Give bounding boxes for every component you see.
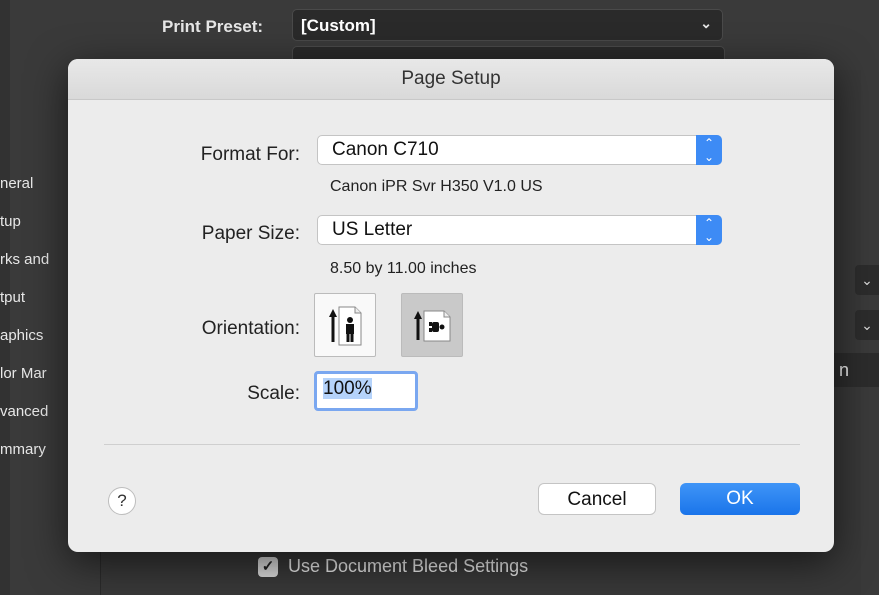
orientation-landscape-button[interactable] <box>401 293 463 357</box>
dialog-title: Page Setup <box>68 59 834 100</box>
landscape-orientation-icon <box>414 310 451 342</box>
print-preset-select[interactable]: [Custom] ⌄ <box>292 9 723 41</box>
sidebar-item-color-management[interactable]: lor Mar <box>0 355 70 393</box>
print-preset-value: [Custom] <box>301 16 376 35</box>
page-setup-dialog: Page Setup Format For: Canon C710 ⌃ ⌄ Can… <box>68 59 834 552</box>
orientation-label: Orientation: <box>201 318 300 339</box>
paper-size-value: US Letter <box>332 219 413 240</box>
scale-value: 100% <box>323 378 372 399</box>
paper-size-popup[interactable]: US Letter ⌃ ⌄ <box>317 215 722 245</box>
sidebar-item-setup[interactable]: tup <box>0 203 70 241</box>
bleed-checkbox-row[interactable]: ✓ Use Document Bleed Settings <box>258 556 528 577</box>
right-select-1[interactable]: ⌄ <box>855 265 879 295</box>
portrait-orientation-icon <box>329 306 362 346</box>
scale-input[interactable]: 100% <box>314 371 418 411</box>
divider <box>104 444 800 445</box>
chevron-down-icon: ⌄ <box>861 272 873 288</box>
cancel-button[interactable]: Cancel <box>538 483 656 515</box>
sidebar-item-output[interactable]: tput <box>0 279 70 317</box>
ok-button[interactable]: OK <box>680 483 800 515</box>
format-for-label: Format For: <box>200 144 300 165</box>
sidebar-item-advanced[interactable]: vanced <box>0 393 70 431</box>
sidebar-item-general[interactable]: neral <box>0 165 70 203</box>
format-for-popup[interactable]: Canon C710 ⌃ ⌄ <box>317 135 722 165</box>
paper-size-label: Paper Size: <box>201 223 300 244</box>
orientation-portrait-button[interactable] <box>314 293 376 357</box>
right-select-2[interactable]: ⌄ <box>855 310 879 340</box>
chevron-down-icon: ⌄ <box>861 317 873 333</box>
sidebar-item-summary[interactable]: mmary <box>0 431 70 469</box>
updown-arrows-icon: ⌃ ⌄ <box>696 135 722 165</box>
format-for-value: Canon C710 <box>332 139 439 160</box>
print-preset-label: Print Preset: <box>162 17 264 36</box>
right-button-fragment[interactable]: n <box>833 353 879 387</box>
sidebar-item-marks-and-bleed[interactable]: rks and <box>0 241 70 279</box>
checkbox-checked-icon[interactable]: ✓ <box>258 556 278 577</box>
chevron-down-icon: ⌄ <box>700 15 712 31</box>
bleed-label: Use Document Bleed Settings <box>288 556 529 576</box>
format-for-description: Canon iPR Svr H350 V1.0 US <box>330 178 543 195</box>
print-sidebar: neral tup rks and tput aphics lor Mar va… <box>0 165 70 469</box>
sidebar-item-graphics[interactable]: aphics <box>0 317 70 355</box>
paper-size-dimensions: 8.50 by 11.00 inches <box>330 260 477 277</box>
scale-label: Scale: <box>247 383 300 404</box>
updown-arrows-icon: ⌃ ⌄ <box>696 215 722 245</box>
help-button[interactable]: ? <box>108 487 136 515</box>
